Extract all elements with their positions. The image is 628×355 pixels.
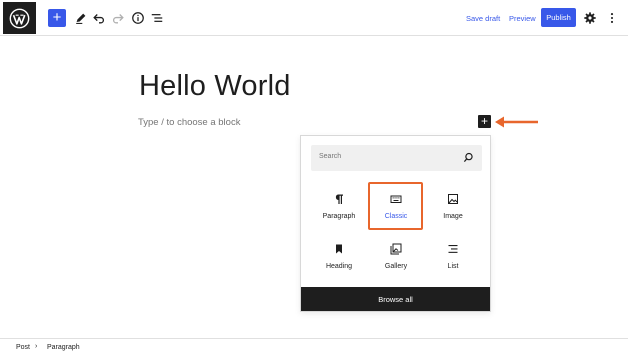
preview-button[interactable]: Preview bbox=[509, 14, 536, 23]
block-paragraph[interactable]: Paragraph bbox=[310, 184, 368, 232]
block-image[interactable]: Image bbox=[424, 184, 482, 232]
block-label: Gallery bbox=[384, 263, 408, 270]
pencil-icon bbox=[76, 13, 86, 24]
plus-icon: + bbox=[480, 114, 488, 128]
wordpress-logo-button[interactable] bbox=[3, 2, 36, 34]
redo-icon bbox=[113, 14, 124, 24]
redo-button[interactable] bbox=[109, 9, 127, 27]
info-icon bbox=[132, 12, 144, 24]
gallery-icon bbox=[390, 243, 402, 255]
details-button[interactable] bbox=[129, 9, 147, 27]
block-search[interactable]: Search bbox=[311, 145, 482, 171]
publish-button[interactable]: Publish bbox=[541, 8, 576, 27]
search-icon bbox=[463, 152, 473, 163]
annotation-arrow-icon bbox=[495, 116, 538, 128]
list-view-button[interactable] bbox=[148, 9, 166, 27]
gear-icon bbox=[584, 12, 596, 24]
wordpress-icon bbox=[9, 8, 30, 28]
plus-icon: + bbox=[52, 9, 62, 26]
block-label: Image bbox=[443, 213, 463, 220]
settings-button[interactable] bbox=[581, 9, 599, 27]
block-placeholder[interactable]: Type / to choose a block bbox=[138, 117, 240, 128]
pilcrow-icon bbox=[335, 194, 343, 204]
bookmark-icon bbox=[336, 244, 342, 254]
block-gallery[interactable]: Gallery bbox=[367, 234, 425, 282]
breadcrumb: Post › Paragraph bbox=[0, 338, 628, 355]
block-list[interactable]: List bbox=[424, 234, 482, 282]
search-input[interactable]: Search bbox=[319, 153, 341, 160]
list-view-icon bbox=[151, 14, 163, 22]
breadcrumb-separator: › bbox=[35, 343, 38, 350]
block-label: Paragraph bbox=[322, 213, 356, 220]
breadcrumb-paragraph[interactable]: Paragraph bbox=[47, 344, 80, 351]
post-title[interactable]: Hello World bbox=[139, 70, 291, 103]
undo-button[interactable] bbox=[90, 9, 108, 27]
image-icon bbox=[448, 194, 458, 204]
breadcrumb-post[interactable]: Post bbox=[16, 344, 30, 351]
undo-icon bbox=[93, 14, 104, 24]
save-draft-button[interactable]: Save draft bbox=[466, 14, 500, 23]
browse-all-button[interactable]: Browse all bbox=[301, 287, 490, 311]
add-block-button[interactable]: + bbox=[48, 9, 66, 27]
block-label: Heading bbox=[325, 263, 353, 270]
classic-highlight-box bbox=[368, 182, 423, 230]
list-icon bbox=[448, 245, 458, 253]
options-button[interactable] bbox=[603, 9, 621, 27]
inline-inserter-button[interactable]: + bbox=[478, 115, 491, 128]
editor-toolbar: + Save draft Preview Publish bbox=[0, 0, 628, 36]
tools-button[interactable] bbox=[72, 9, 90, 27]
block-heading[interactable]: Heading bbox=[310, 234, 368, 282]
vertical-ellipsis-icon bbox=[610, 13, 614, 23]
block-label: List bbox=[447, 263, 459, 270]
